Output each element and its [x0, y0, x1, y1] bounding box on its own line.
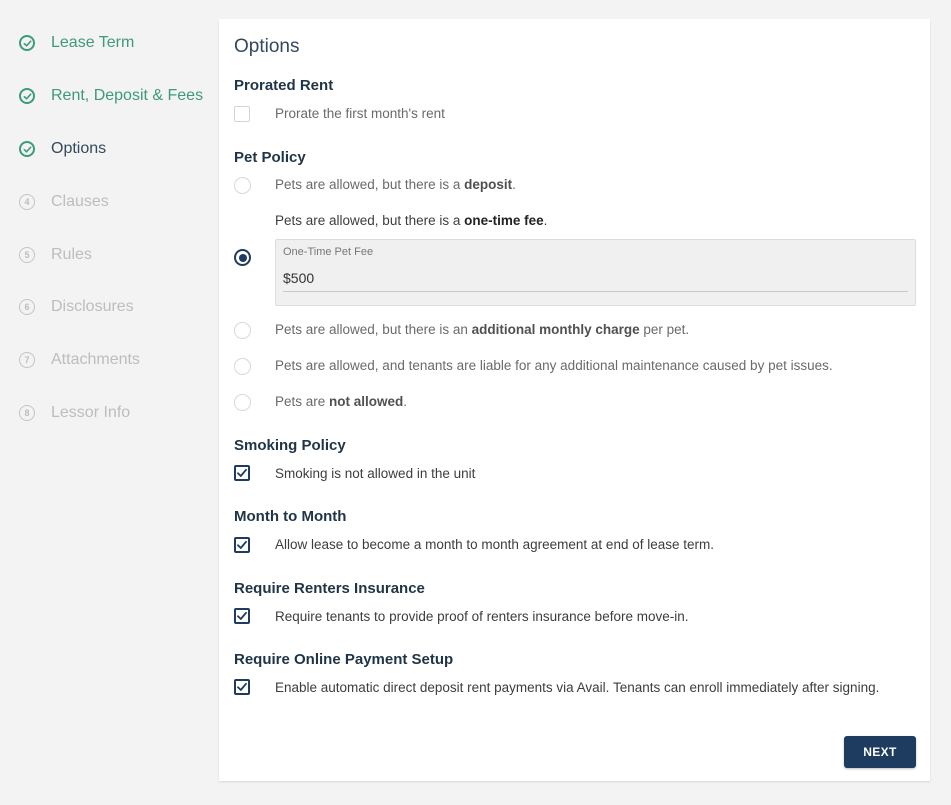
prorate-label: Prorate the first month's rent — [275, 106, 445, 121]
online-payment-label: Enable automatic direct deposit rent pay… — [275, 680, 880, 695]
pet-policy-heading: Pet Policy — [234, 149, 306, 166]
step-number-icon: 7 — [19, 352, 35, 368]
step-number-icon: 8 — [19, 405, 35, 421]
step-label: Lease Term — [51, 34, 135, 51]
smoking-checkbox[interactable] — [234, 465, 250, 481]
month-to-month-label: Allow lease to become a month to month a… — [275, 537, 714, 552]
smoking-policy-heading: Smoking Policy — [234, 437, 346, 454]
pet-fee-label: Pets are allowed, but there is a one-tim… — [275, 213, 548, 228]
month-to-month-checkbox[interactable] — [234, 537, 250, 553]
smoking-label: Smoking is not allowed in the unit — [275, 466, 476, 481]
pet-not-allowed-label: Pets are not allowed. — [275, 394, 408, 409]
next-button[interactable]: NEXT — [844, 736, 916, 768]
prorate-checkbox[interactable] — [234, 106, 250, 122]
step-number-icon: 5 — [19, 247, 35, 263]
pet-fee-radio[interactable] — [234, 249, 251, 266]
step-lease-term[interactable]: Lease Term — [19, 30, 134, 56]
step-label: Disclosures — [51, 298, 134, 315]
online-payment-heading: Require Online Payment Setup — [234, 651, 454, 668]
pet-fee-field-label: One-Time Pet Fee — [283, 246, 374, 258]
check-circle-icon — [19, 141, 35, 157]
check-circle-icon — [19, 88, 35, 104]
step-clauses[interactable]: 4 Clauses — [19, 189, 109, 215]
pet-liable-label: Pets are allowed, and tenants are liable… — [275, 358, 833, 373]
step-sidebar: Lease Term Rent, Deposit & Fees Options … — [0, 0, 219, 805]
pet-not-allowed-radio[interactable] — [234, 394, 251, 411]
check-circle-icon — [19, 35, 35, 51]
page-title: Options — [234, 36, 300, 57]
options-card: Options Prorated Rent Prorate the first … — [219, 19, 930, 781]
step-label: Rent, Deposit & Fees — [51, 87, 204, 104]
prorated-rent-heading: Prorated Rent — [234, 77, 334, 94]
step-options[interactable]: Options — [19, 136, 106, 162]
pet-monthly-label: Pets are allowed, but there is an additi… — [275, 322, 690, 337]
pet-fee-field: One-Time Pet Fee — [275, 239, 916, 306]
pet-deposit-radio[interactable] — [234, 177, 251, 194]
step-label: Clauses — [51, 193, 109, 210]
pet-liable-radio[interactable] — [234, 358, 251, 375]
renters-insurance-heading: Require Renters Insurance — [234, 580, 425, 597]
pet-deposit-label: Pets are allowed, but there is a deposit… — [275, 177, 516, 192]
checkmark-icon — [237, 682, 247, 691]
step-label: Rules — [51, 246, 92, 263]
pet-monthly-radio[interactable] — [234, 322, 251, 339]
step-disclosures[interactable]: 6 Disclosures — [19, 294, 134, 320]
step-number-icon: 6 — [19, 299, 35, 315]
checkmark-icon — [237, 468, 247, 477]
step-rules[interactable]: 5 Rules — [19, 242, 92, 268]
step-label: Attachments — [51, 351, 140, 368]
step-rent-deposit-fees[interactable]: Rent, Deposit & Fees — [19, 83, 203, 109]
step-lessor-info[interactable]: 8 Lessor Info — [19, 400, 130, 426]
checkmark-icon — [237, 540, 247, 549]
month-to-month-heading: Month to Month — [234, 508, 347, 525]
online-payment-checkbox[interactable] — [234, 679, 250, 695]
renters-insurance-checkbox[interactable] — [234, 608, 250, 624]
checkmark-icon — [237, 611, 247, 620]
step-attachments[interactable]: 7 Attachments — [19, 347, 140, 373]
step-label: Options — [51, 140, 107, 157]
renters-insurance-label: Require tenants to provide proof of rent… — [275, 609, 689, 624]
step-number-icon: 4 — [19, 194, 35, 210]
pet-fee-input[interactable] — [283, 265, 908, 292]
step-label: Lessor Info — [51, 404, 131, 421]
